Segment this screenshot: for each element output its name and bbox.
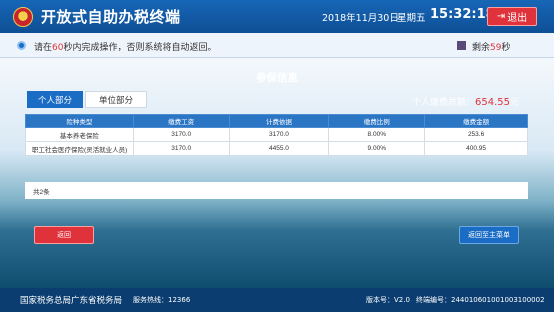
total-label: 个人缴费总额： [412,98,476,108]
footer: 国家税务总局广东省税务局 服务热线：12366 版本号：V2.0 终端编号：24… [0,288,554,312]
timer-icon [457,41,466,50]
tab-unit[interactable]: 单位部分 [85,91,147,108]
notice-suffix: 秒内完成操作，否则系统将自动返回。 [63,43,217,53]
table-cell: 3170.0 [132,141,230,156]
app-title: 开放式自助办税终端 [41,8,181,26]
table-cell: 3170.0 [228,127,330,142]
table-cell: 8.00% [328,127,426,142]
back-button[interactable]: 返回 [34,226,94,244]
col-header: 缴费工资 [132,114,230,128]
notice-bar: 请在60秒内完成操作，否则系统将自动返回。 剩余59秒 [0,33,554,58]
notice-seconds: 60 [52,43,64,53]
col-header: 险种类型 [25,114,134,128]
page-title: 参保信息 [256,72,298,84]
insurance-table: 险种类型 缴费工资 计费依据 缴费比例 缴费金额 基本养老保险 3170.0 3… [25,114,528,156]
footer-terminal: 终端编号：244010601001003100002 [416,296,545,304]
header-time: 15:32:18 [430,7,495,22]
col-header: 缴费金额 [424,114,528,128]
table-cell: 基本养老保险 [25,127,134,142]
table-cell: 400.95 [424,141,528,156]
total-value: 654.55 [475,97,511,108]
exit-button[interactable]: ⇥ 退出 [487,7,537,26]
footer-org: 国家税务总局广东省税务局 [20,296,123,306]
main-content: 参保信息 个人部分 单位部分 个人缴费总额：654.55元 险种类型 缴费工资 … [0,58,554,288]
exit-label: 退出 [507,13,528,24]
table-cell: 9.00% [328,141,426,156]
tax-emblem-icon [13,6,33,27]
table-row: 基本养老保险 3170.0 3170.0 8.00% 253.6 [25,127,528,142]
total-unit: 元 [510,98,520,108]
exit-icon: ⇥ [496,11,506,22]
notice-prefix: 请在 [34,43,53,53]
header-weekday: 星期五 [397,13,426,24]
footer-hotline: 服务热线：12366 [133,296,191,304]
table-cell: 职工社会医疗保险(灵活就业人员) [25,141,134,156]
table-header-row: 险种类型 缴费工资 计费依据 缴费比例 缴费金额 [25,114,528,128]
countdown-suffix: 秒 [501,43,511,53]
col-header: 缴费比例 [328,114,426,128]
countdown-seconds: 59 [490,43,502,53]
countdown-prefix: 剩余 [472,43,491,53]
col-header: 计费依据 [228,114,330,128]
table-row: 职工社会医疗保险(灵活就业人员) 3170.0 4455.0 9.00% 400… [25,141,528,156]
countdown: 剩余59秒 [472,40,510,53]
header-date: 2018年11月30日 [322,13,399,24]
notice-text: 请在60秒内完成操作，否则系统将自动返回。 [34,40,216,53]
table-cell: 4455.0 [228,141,330,156]
app-header: 开放式自助办税终端 2018年11月30日 星期五 15:32:18 ⇥ 退出 [0,0,554,33]
tab-personal[interactable]: 个人部分 [27,91,83,108]
footer-version: 版本号：V2.0 [366,296,410,304]
info-icon [17,41,26,50]
total-amount: 个人缴费总额：654.55元 [412,95,519,108]
table-cell: 253.6 [424,127,528,142]
table-cell: 3170.0 [132,127,230,142]
pager: 共2条 [25,182,528,199]
main-menu-button[interactable]: 返回至主菜单 [459,226,519,244]
